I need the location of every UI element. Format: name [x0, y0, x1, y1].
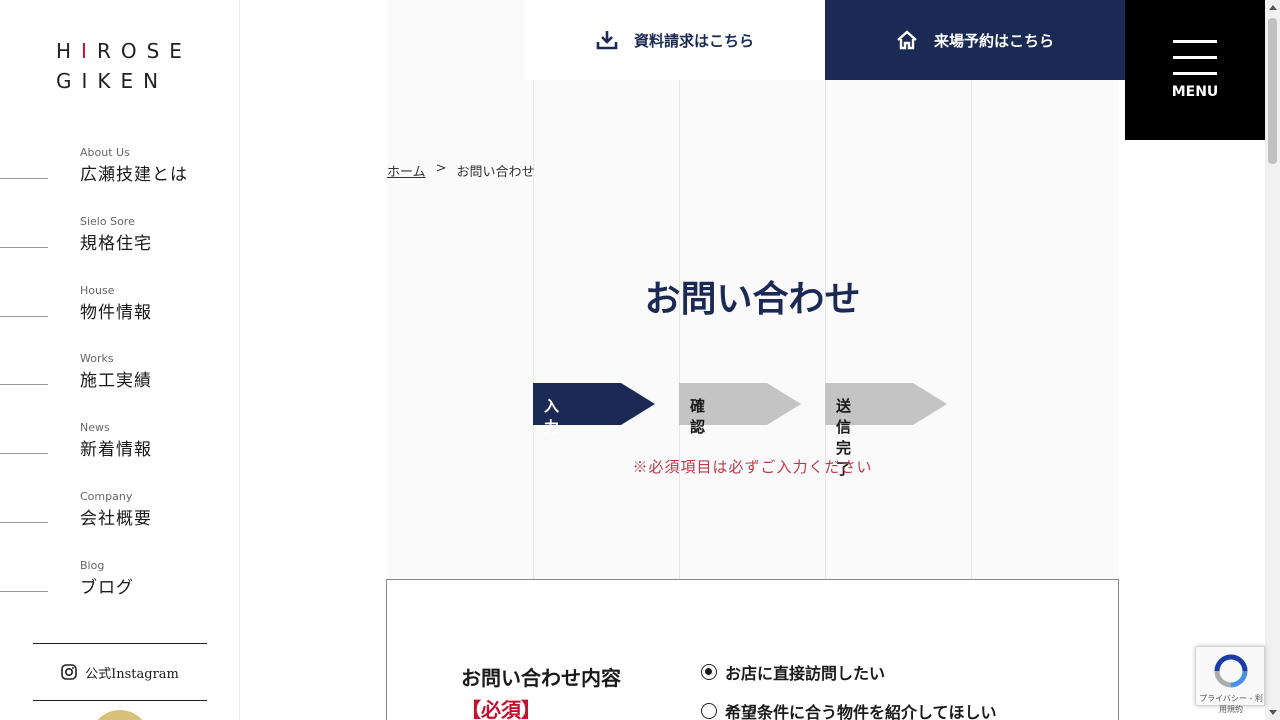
- nav-line: [0, 178, 48, 179]
- grid-line: [679, 80, 680, 580]
- nav-en-label: Company: [80, 490, 133, 503]
- breadcrumb-current: お問い合わせ: [456, 165, 535, 180]
- hamburger-icon: [1173, 40, 1217, 43]
- nav-jp-label: 施工実績: [80, 371, 152, 391]
- sidebar-item-about-us[interactable]: About Us 広瀬技建とは: [0, 146, 240, 206]
- radio-introduce-property[interactable]: 希望条件に合う物件を紹介してほしい: [701, 699, 997, 720]
- nav-jp-label: 物件情報: [80, 303, 152, 323]
- home-icon: [897, 30, 917, 50]
- download-icon: [596, 31, 618, 50]
- nav-jp-label: 広瀬技建とは: [80, 165, 188, 185]
- nav-jp-label: 会社概要: [80, 509, 152, 529]
- visit-reservation-button[interactable]: 来場予約はこちら: [825, 0, 1125, 80]
- logo-letter-h: H: [56, 39, 82, 63]
- nav-en-label: News: [80, 421, 110, 434]
- nav-line: [0, 247, 48, 248]
- radio-button[interactable]: [701, 703, 717, 719]
- sidebar-item-house[interactable]: House 物件情報: [0, 284, 240, 344]
- breadcrumb-separator: >: [435, 161, 447, 176]
- sidebar-item-news[interactable]: News 新着情報: [0, 421, 240, 481]
- logo-line-2: GIKEN: [56, 69, 169, 93]
- nav-line: [0, 591, 48, 592]
- step-label: 入力: [544, 397, 560, 436]
- award-seal: [90, 710, 150, 720]
- recaptcha-privacy-link[interactable]: プライバシー: [1199, 694, 1247, 703]
- nav-jp-label: ブログ: [80, 578, 134, 598]
- nav-en-label: Sielo Sore: [80, 215, 135, 228]
- scrollbar-thumb[interactable]: [1268, 18, 1277, 164]
- radio-button-selected[interactable]: [701, 664, 717, 680]
- nav-line: [0, 453, 48, 454]
- nav-en-label: Works: [80, 352, 114, 365]
- nav-en-label: Blog: [80, 559, 105, 572]
- required-badge: 【必須】: [461, 698, 541, 720]
- recaptcha-separator: -: [1246, 694, 1255, 703]
- breadcrumb-home-link[interactable]: ホーム: [387, 161, 426, 180]
- nav-en-label: About Us: [80, 146, 130, 159]
- sidebar-item-works[interactable]: Works 施工実績: [0, 352, 240, 412]
- step-label: 確認: [690, 397, 706, 436]
- nav-jp-label: 規格住宅: [80, 234, 152, 254]
- page-title: お問い合わせ: [644, 279, 861, 320]
- logo-letters-rose: ROSE: [96, 39, 192, 63]
- document-request-label: 資料請求はこちら: [633, 31, 754, 50]
- radio-visit-store[interactable]: お店に直接訪問したい: [701, 660, 885, 684]
- logo-line-1: HIROSE: [56, 36, 192, 66]
- sidebar-item-blog[interactable]: Blog ブログ: [0, 559, 240, 619]
- inquiry-type-label: お問い合わせ内容: [461, 666, 621, 690]
- sidebar-item-sielo-sore[interactable]: Sielo Sore 規格住宅: [0, 215, 240, 275]
- required-notice: ※必須項目は必ずご入力ください: [632, 458, 873, 476]
- radio-label: 希望条件に合う物件を紹介してほしい: [725, 703, 997, 720]
- grid-line: [825, 80, 826, 580]
- recaptcha-badge[interactable]: プライバシー - 利用規約: [1195, 646, 1265, 714]
- menu-button[interactable]: MENU: [1125, 0, 1265, 140]
- logo-letter-i: I: [81, 39, 97, 63]
- radio-label: お店に直接訪問したい: [725, 664, 886, 683]
- scroll-up-icon[interactable]: [1269, 5, 1277, 10]
- nav-line: [0, 522, 48, 523]
- site-logo[interactable]: HIROSE GIKEN: [56, 36, 192, 96]
- document-request-button[interactable]: 資料請求はこちら: [525, 0, 825, 80]
- instagram-icon: [61, 664, 77, 680]
- nav-en-label: House: [80, 284, 115, 297]
- recaptcha-links: プライバシー - 利用規約: [1196, 693, 1266, 715]
- grid-line: [533, 80, 534, 580]
- instagram-label: 公式Instagram: [85, 666, 179, 682]
- scroll-down-icon[interactable]: [1269, 710, 1277, 715]
- nav-line: [0, 316, 48, 317]
- instagram-link[interactable]: 公式Instagram: [33, 643, 207, 701]
- sidebar-item-company[interactable]: Company 会社概要: [0, 490, 240, 550]
- nav-jp-label: 新着情報: [80, 440, 152, 460]
- menu-label: MENU: [1171, 84, 1219, 100]
- grid-line: [971, 80, 972, 580]
- scrollbar[interactable]: [1265, 0, 1280, 720]
- breadcrumb: ホーム > お問い合わせ: [387, 161, 535, 180]
- hamburger-icon-bar: [1173, 56, 1217, 59]
- visit-reservation-label: 来場予約はこちら: [933, 31, 1054, 50]
- hamburger-icon-bar: [1173, 72, 1217, 75]
- sidebar: HIROSE GIKEN About Us 広瀬技建とは Sielo Sore …: [0, 0, 240, 720]
- nav-line: [0, 384, 48, 385]
- recaptcha-icon: [1214, 654, 1248, 688]
